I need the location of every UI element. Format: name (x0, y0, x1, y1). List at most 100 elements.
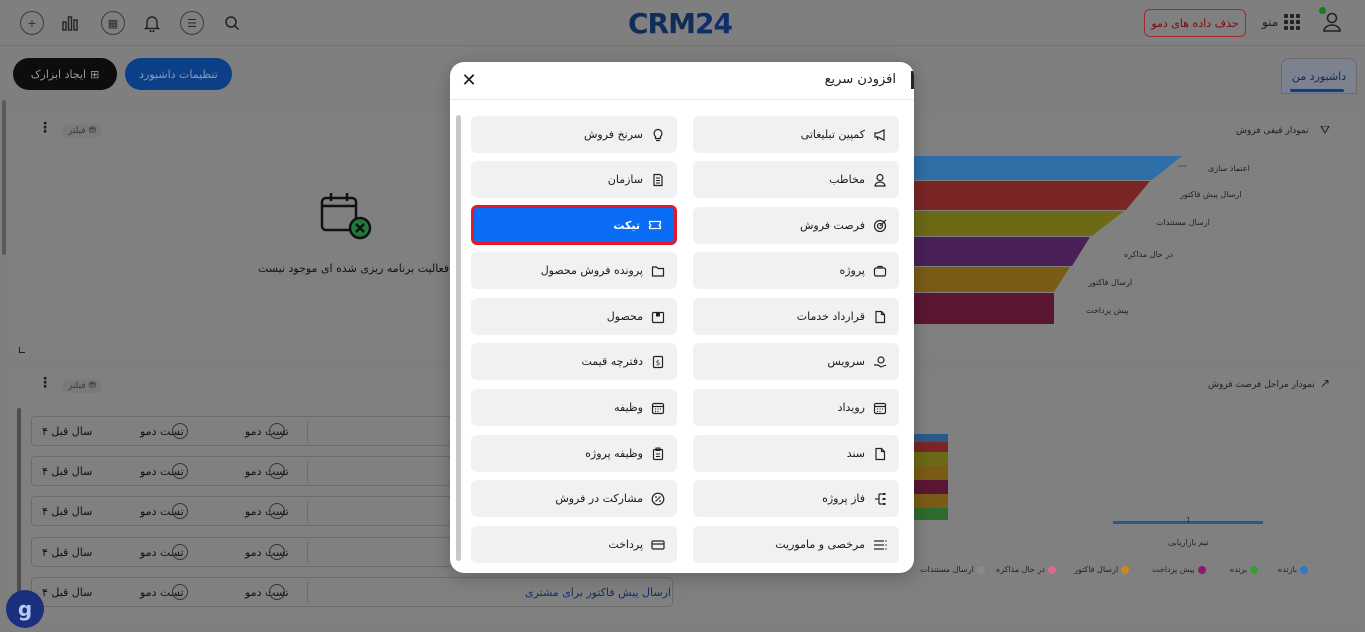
phase-icon (873, 492, 887, 506)
service-hand-icon (873, 355, 887, 369)
more-options-icon[interactable]: ⋮ (38, 375, 52, 391)
quick-add-label: سرویس (827, 355, 865, 368)
document-icon (873, 447, 887, 461)
chat-support-button[interactable]: g (6, 590, 44, 628)
filter-button[interactable]: فیلتر ⛃ (62, 124, 103, 138)
percent-icon (651, 492, 665, 506)
document-icon (873, 310, 887, 324)
stages-title: نمودار مراحل فرصت فروش (1208, 380, 1315, 390)
quick-add-product[interactable]: محصول (471, 298, 677, 335)
row-time: ۴ سال قبل (42, 546, 93, 559)
quick-add-leave-mission[interactable]: مرخصی و ماموریت (693, 526, 899, 563)
card-icon (651, 538, 665, 552)
clipboard-icon (651, 447, 665, 461)
quick-add-payment[interactable]: پرداخت (471, 526, 677, 563)
filter-button[interactable]: فیلتر ⛃ (62, 379, 103, 393)
legend-item: بازنده (1278, 565, 1309, 574)
row-subject-link[interactable]: ارسال پیش فاکتور برای مشتری (525, 586, 671, 599)
quick-add-product-sales-file[interactable]: پرونده فروش محصول (471, 252, 677, 289)
quick-add-modal: افزودن سریع ✕ کمپین تبلیغاتی مخاطب فرصت … (450, 62, 914, 573)
lightbulb-icon (651, 128, 665, 142)
bell-icon[interactable] (140, 11, 164, 35)
clipboard-icon[interactable]: ☰ (180, 11, 204, 35)
quick-add-label: پرونده فروش محصول (540, 264, 643, 277)
divider (307, 582, 308, 604)
funnel-label: در حال مذاکره (1124, 250, 1173, 259)
list-icon (873, 538, 887, 552)
row-time: ۴ سال قبل (42, 425, 93, 438)
quick-add-contact[interactable]: مخاطب (693, 161, 899, 198)
quick-add-service[interactable]: سرویس (693, 343, 899, 380)
quick-add-project-task[interactable]: وظیفه پروژه (471, 435, 677, 472)
modal-header: افزودن سریع ✕ (450, 62, 914, 100)
user-icon (172, 584, 188, 600)
quick-add-campaign[interactable]: کمپین تبلیغاتی (693, 116, 899, 153)
top-navigation-bar: + ▦ ☰ CRM24 حذف داده های دمو منو (0, 0, 1365, 46)
funnel-title: نمودار قیفی فروش (1236, 126, 1309, 136)
divider (307, 501, 308, 523)
funnel-label: پیش پرداخت (1086, 306, 1129, 315)
funnel-segment (912, 181, 1150, 210)
quick-add-task[interactable]: وظیفه (471, 389, 677, 426)
close-icon[interactable]: ✕ (458, 69, 480, 91)
more-options-icon[interactable]: ⋮ (38, 120, 52, 136)
user-icon (269, 503, 285, 519)
funnel-segment (912, 237, 1090, 266)
quick-add-project-phase[interactable]: فاز پروژه (693, 480, 899, 517)
svg-text:$: $ (656, 359, 660, 367)
user-icon (172, 423, 188, 439)
tab-active-indicator (1290, 89, 1344, 92)
quick-add-label: دفترچه قیمت (581, 355, 643, 368)
quick-add-label: قرارداد خدمات (796, 310, 865, 323)
user-icon (269, 423, 285, 439)
stages-axis-label: تیم بازاریابی (1168, 538, 1209, 547)
menu-label[interactable]: منو (1262, 15, 1278, 29)
row-time: ۴ سال قبل (42, 505, 93, 518)
quick-add-document[interactable]: سند (693, 435, 899, 472)
dashboard-settings-button[interactable]: تنظیمات داشبورد (125, 58, 232, 90)
calendar-icon (873, 401, 887, 415)
quick-add-sales-partnership[interactable]: مشارکت در فروش (471, 480, 677, 517)
quick-add-label: مرخصی و ماموریت (775, 538, 865, 551)
funnel-segment (912, 156, 1182, 180)
legend-item: برنده (1230, 565, 1259, 574)
ticket-icon (648, 218, 662, 232)
modal-scrollbar[interactable] (456, 115, 461, 561)
app-logo: CRM24 (628, 7, 733, 40)
bar-value-label: 1 (1186, 516, 1191, 524)
funnel-label: اعتماد سازی (1208, 164, 1250, 173)
quick-add-event[interactable]: رویداد (693, 389, 899, 426)
divider (307, 421, 308, 443)
quick-add-lead[interactable]: سرنخ فروش (471, 116, 677, 153)
quick-add-service-contract[interactable]: قرارداد خدمات (693, 298, 899, 335)
user-icon (172, 544, 188, 560)
page-scrollbar[interactable] (2, 100, 6, 255)
add-icon[interactable]: + (20, 11, 44, 35)
create-widget-button[interactable]: ایجاد ابزارک ⊞ (13, 58, 117, 90)
resize-handle[interactable] (19, 347, 25, 353)
quick-add-organization[interactable]: سازمان (471, 161, 677, 198)
user-profile-icon[interactable] (1322, 10, 1342, 34)
quick-add-label: مخاطب (829, 173, 865, 186)
quick-add-label: سرنخ فروش (583, 128, 643, 141)
search-icon[interactable] (220, 11, 244, 35)
delete-demo-data-button[interactable]: حذف داده های دمو (1144, 9, 1246, 37)
calendar-icon[interactable]: ▦ (101, 11, 125, 35)
funnel-label: ارسال فاکتور (1088, 278, 1133, 287)
apps-grid-icon[interactable] (1284, 14, 1300, 30)
quick-add-price-book[interactable]: $ دفترچه قیمت (471, 343, 677, 380)
quick-add-project[interactable]: پروژه (693, 252, 899, 289)
widget-plus-icon: ⊞ (90, 67, 100, 81)
quick-add-opportunity[interactable]: فرصت فروش (693, 207, 899, 244)
person-icon (873, 173, 887, 187)
user-icon (269, 463, 285, 479)
legend-item: پیش پرداخت (1152, 565, 1206, 574)
list-scrollbar[interactable] (17, 408, 21, 594)
building-icon (651, 173, 665, 187)
chart-icon[interactable] (58, 11, 82, 35)
legend-item: ارسال فاکتور (1074, 565, 1130, 574)
quick-add-ticket[interactable]: تیکت (471, 205, 677, 245)
header-edge-mark (911, 71, 914, 89)
activity-empty-text: فعالیت برنامه ریزی شده ای موجود نیست (258, 262, 450, 275)
divider (307, 542, 308, 564)
